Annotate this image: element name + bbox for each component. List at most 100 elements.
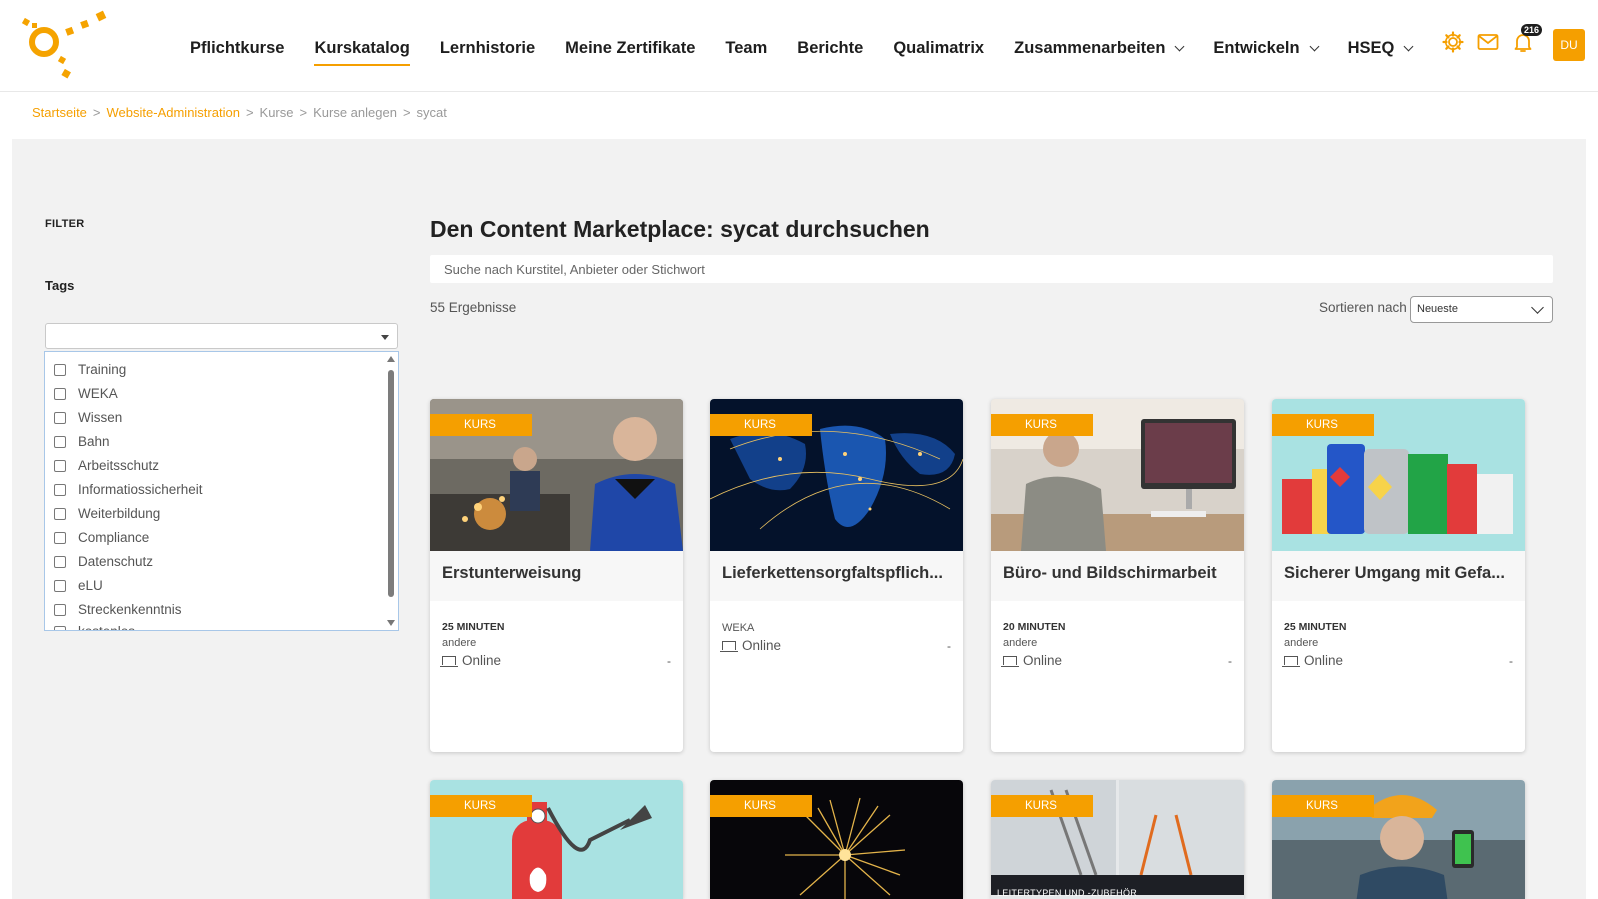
- course-badge: KURS: [1272, 795, 1374, 817]
- checkbox[interactable]: [54, 507, 66, 520]
- checkbox[interactable]: [54, 483, 66, 496]
- course-provider: andere: [1284, 637, 1319, 649]
- tags-heading: Tags: [45, 278, 75, 293]
- nav-team[interactable]: Team: [725, 39, 767, 58]
- scroll-up-arrow-icon[interactable]: [387, 356, 395, 362]
- tag-option-datenschutz[interactable]: Datenschutz: [54, 554, 153, 569]
- checkbox[interactable]: [54, 459, 66, 472]
- course-duration: 25 MINUTEN: [1284, 621, 1347, 633]
- checkbox[interactable]: [54, 411, 66, 424]
- top-icons: 216: [1441, 24, 1546, 54]
- checkbox[interactable]: [54, 625, 66, 630]
- course-extra: -: [947, 639, 951, 653]
- laptop-icon: [720, 641, 738, 652]
- course-badge: KURS: [1272, 414, 1374, 436]
- tag-option-elu[interactable]: eLU: [54, 578, 103, 593]
- course-mode: Online: [720, 638, 781, 653]
- breadcrumb-kurse-anlegen: Kurse anlegen: [313, 105, 397, 120]
- nav-qualimatrix[interactable]: Qualimatrix: [893, 39, 984, 58]
- checkbox[interactable]: [54, 363, 66, 376]
- notification-badge: 216: [1521, 24, 1543, 36]
- tags-select[interactable]: [45, 323, 398, 349]
- checkbox[interactable]: [54, 555, 66, 568]
- tag-option-weiterbildung[interactable]: Weiterbildung: [54, 506, 160, 521]
- scroll-thumb[interactable]: [388, 370, 394, 597]
- course-duration: 25 MINUTEN: [442, 621, 505, 633]
- course-card[interactable]: KURS Büro- und Bildschirmarbeit 20 MINUT…: [991, 399, 1244, 752]
- gear-icon[interactable]: [1441, 30, 1465, 54]
- chevron-down-icon: [1403, 41, 1414, 51]
- course-badge: KURS: [991, 795, 1093, 817]
- breadcrumb-website-administration[interactable]: Website-Administration: [107, 105, 240, 120]
- course-card[interactable]: KURS LEITERTYPEN UND -ZUBEHÖR: [991, 780, 1244, 899]
- tags-list[interactable]: Training WEKA Wissen Bahn Arbeitsschutz …: [44, 351, 399, 631]
- course-badge: KURS: [991, 414, 1093, 436]
- nav-meine-zertifikate[interactable]: Meine Zertifikate: [565, 39, 695, 58]
- tag-option-streckenkenntnis[interactable]: Streckenkenntnis: [54, 602, 182, 617]
- tag-option-weka[interactable]: WEKA: [54, 386, 118, 401]
- tag-option-arbeitsschutz[interactable]: Arbeitsschutz: [54, 458, 159, 473]
- course-badge: KURS: [710, 795, 812, 817]
- course-title[interactable]: Erstunterweisung: [430, 551, 683, 601]
- nav-berichte[interactable]: Berichte: [797, 39, 863, 58]
- course-mode: Online: [1282, 653, 1343, 668]
- course-provider: andere: [442, 637, 477, 649]
- mail-icon[interactable]: [1476, 30, 1500, 54]
- nav-kurskatalog[interactable]: Kurskatalog: [314, 39, 411, 66]
- laptop-icon: [440, 656, 458, 667]
- course-card[interactable]: KURS Erstunterweisung 25 MINUTEN andere …: [430, 399, 683, 752]
- course-title[interactable]: Büro- und Bildschirmarbeit: [991, 551, 1244, 601]
- course-provider: andere: [1003, 637, 1038, 649]
- breadcrumb: Startseite > Website-Administration > Ku…: [32, 105, 453, 120]
- checkbox[interactable]: [54, 387, 66, 400]
- checkbox[interactable]: [54, 579, 66, 592]
- breadcrumb-separator: >: [299, 105, 308, 120]
- caret-down-icon: [381, 335, 389, 340]
- course-extra: -: [1228, 654, 1232, 668]
- breadcrumb-separator: >: [92, 105, 101, 120]
- course-card[interactable]: KURS: [430, 780, 683, 899]
- page-title: Den Content Marketplace: sycat durchsuch…: [430, 216, 930, 242]
- checkbox[interactable]: [54, 531, 66, 544]
- company-logo[interactable]: [18, 6, 120, 84]
- avatar[interactable]: DU: [1553, 29, 1585, 61]
- course-title[interactable]: Sicherer Umgang mit Gefa...: [1272, 551, 1525, 601]
- course-card[interactable]: KURS: [710, 780, 963, 899]
- chevron-down-icon: [1174, 41, 1185, 51]
- breadcrumb-separator: >: [245, 105, 254, 120]
- nav-entwickeln[interactable]: Entwickeln: [1213, 39, 1320, 58]
- chevron-down-icon: [1531, 301, 1544, 314]
- tag-option-bahn[interactable]: Bahn: [54, 434, 110, 449]
- course-badge: KURS: [430, 795, 532, 817]
- course-card[interactable]: KURS Sicherer Umgang mit Gefa... 25 MINU…: [1272, 399, 1525, 752]
- tag-option-wissen[interactable]: Wissen: [54, 410, 122, 425]
- course-duration: 20 MINUTEN: [1003, 621, 1066, 633]
- tag-option-training[interactable]: Training: [54, 362, 126, 377]
- nav-lernhistorie[interactable]: Lernhistorie: [440, 39, 535, 58]
- filter-heading: FILTER: [45, 218, 85, 230]
- nav-pflichtkurse[interactable]: Pflichtkurse: [190, 39, 284, 58]
- top-bar: Pflichtkurse Kurskatalog Lernhistorie Me…: [0, 0, 1598, 92]
- nav-hseq[interactable]: HSEQ: [1348, 39, 1414, 58]
- checkbox[interactable]: [54, 435, 66, 448]
- nav-zusammenarbeiten[interactable]: Zusammenarbeiten: [1014, 39, 1185, 58]
- sort-select[interactable]: Neueste: [1410, 296, 1553, 323]
- scroll-down-arrow-icon[interactable]: [387, 620, 395, 626]
- results-count: 55 Ergebnisse: [430, 300, 517, 315]
- notifications[interactable]: 216: [1511, 24, 1543, 54]
- course-image-caption: LEITERTYPEN UND -ZUBEHÖR: [997, 888, 1138, 898]
- course-card[interactable]: KURS Lieferkettensorgfaltspflich... WEKA…: [710, 399, 963, 752]
- checkbox[interactable]: [54, 603, 66, 616]
- tag-option-compliance[interactable]: Compliance: [54, 530, 149, 545]
- tags-scrollbar[interactable]: [386, 354, 396, 628]
- sort-label: Sortieren nach: [1319, 300, 1407, 315]
- laptop-icon: [1001, 656, 1019, 667]
- tag-option-kostenlos[interactable]: kostenlos: [54, 624, 135, 630]
- main-nav: Pflichtkurse Kurskatalog Lernhistorie Me…: [190, 36, 1442, 66]
- tag-option-informatiossicherheit[interactable]: Informatiossicherheit: [54, 482, 203, 497]
- course-card[interactable]: KURS: [1272, 780, 1525, 899]
- breadcrumb-startseite[interactable]: Startseite: [32, 105, 87, 120]
- course-title[interactable]: Lieferkettensorgfaltspflich...: [710, 551, 963, 601]
- course-badge: KURS: [710, 414, 812, 436]
- search-input[interactable]: [430, 255, 1553, 283]
